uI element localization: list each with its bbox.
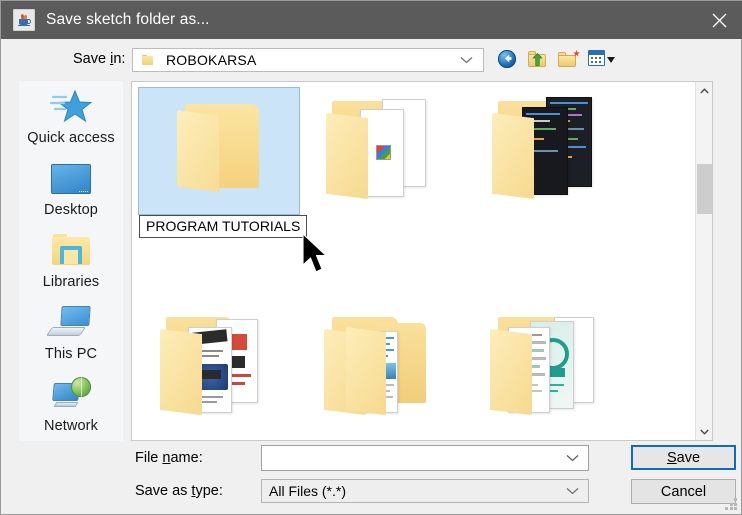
list-item-label [138,431,300,433]
new-folder-button[interactable] [558,49,580,71]
star-icon [49,85,93,129]
places-bar: Quick access Desktop Libraries This PC N [19,81,123,441]
folder-icon [142,54,155,67]
sidebar-item-desktop[interactable]: Desktop [19,157,123,229]
vertical-scrollbar[interactable] [695,82,712,440]
sidebar-item-label: This PC [44,346,98,362]
chevron-down-icon [566,487,579,495]
save-dialog-window: Save sketch folder as... Save in: ROBOKA… [0,0,742,515]
sidebar-item-quick-access[interactable]: Quick access [19,85,123,157]
sidebar-item-label: Desktop [44,202,98,218]
chevron-up-icon [700,87,709,93]
title-bar: Save sketch folder as... [1,1,742,39]
chevron-down-icon [700,429,709,435]
cancel-button[interactable]: Cancel [631,479,736,504]
empty-folder-icon [138,87,300,215]
file-name-label: File name: [135,450,203,466]
list-item[interactable]: PROGRAM TUTORIALS [138,87,308,243]
resize-grip[interactable] [725,498,737,510]
chevron-down-icon[interactable] [566,454,579,462]
list-item[interactable] [138,303,300,433]
sidebar-item-this-pc[interactable]: This PC [19,301,123,373]
chevron-down-icon [607,56,615,63]
save-as-type-label: Save as type: [135,483,223,499]
folder-with-teal-brochure-icon [470,303,632,431]
monitor-icon [51,157,91,201]
java-coffee-cup-icon [13,9,35,31]
list-item-label [470,431,632,433]
back-button[interactable] [498,49,519,71]
sidebar-item-libraries[interactable]: Libraries [19,229,123,301]
folder-with-code-screenshots-icon [470,87,632,215]
scrollbar-thumb[interactable] [697,164,712,214]
list-item[interactable] [304,87,466,217]
libraries-folder-icon [50,229,92,273]
close-icon[interactable] [696,1,742,39]
chevron-down-icon [460,56,473,64]
scroll-down-button[interactable] [696,423,712,440]
folder-with-diagram-docs-icon [138,303,300,431]
list-item-label [304,431,466,433]
save-in-label: Save in: [73,51,126,67]
file-name-combo[interactable] [261,445,589,471]
navigation-toolbar [498,48,616,72]
save-as-type-value: All Files (*.*) [269,483,347,499]
sidebar-item-label: Network [44,418,98,434]
folder-with-image-docs-icon [304,87,466,215]
network-globe-icon [49,373,93,417]
list-item-label: PROGRAM TUTORIALS [139,215,308,238]
views-button[interactable] [588,49,616,71]
sidebar-item-label: Libraries [42,274,100,290]
list-item[interactable] [304,303,466,433]
list-item-label [470,215,632,217]
computer-icon [45,301,93,345]
list-item-label [304,215,466,217]
save-as-type-combo[interactable]: All Files (*.*) [261,479,589,503]
save-button[interactable]: Save [631,445,736,470]
list-item[interactable] [470,303,632,433]
window-title: Save sketch folder as... [46,11,210,28]
file-name-input[interactable] [267,446,566,470]
back-arrow-icon [498,49,516,68]
file-list-view[interactable]: PROGRAM TUTORIALS [131,81,713,441]
sidebar-item-network[interactable]: Network [19,373,123,445]
list-item[interactable] [470,87,632,217]
up-one-level-button[interactable] [528,50,549,71]
folder-with-nested-folder-icon [304,303,466,431]
save-in-value: ROBOKARSA [166,52,257,68]
save-in-combo[interactable]: ROBOKARSA [132,48,484,72]
scroll-up-button[interactable] [696,82,712,99]
sidebar-item-label: Quick access [27,130,115,146]
views-grid-icon [588,49,605,66]
